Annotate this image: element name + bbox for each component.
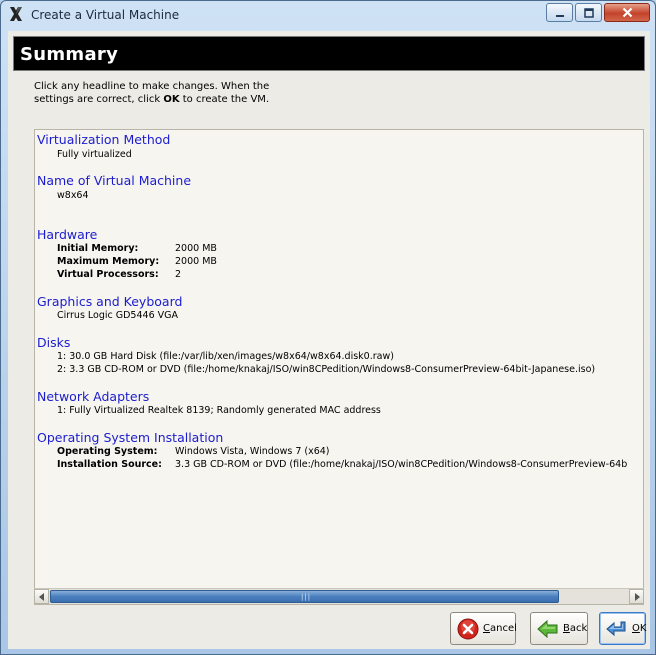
dialog-body: Summary Click any headline to make chang… <box>8 31 650 649</box>
install-source-value: 3.3 GB CD-ROM or DVD (file:/home/knakaj/… <box>175 459 628 470</box>
minimize-icon <box>555 14 564 17</box>
minimize-button[interactable] <box>546 3 573 22</box>
back-mnemonic: B <box>563 623 570 634</box>
ok-arrow-icon <box>606 621 626 636</box>
cancel-button[interactable]: Cancel <box>450 612 517 645</box>
scroll-grip-icon: ||| <box>301 593 312 601</box>
x-logo-icon <box>10 7 22 21</box>
back-arrow-icon <box>537 619 558 638</box>
headline-graphics-keyboard[interactable]: Graphics and Keyboard <box>37 294 182 309</box>
max-memory-value: 2000 MB <box>175 256 217 267</box>
summary-banner: Summary <box>13 36 645 71</box>
back-label: Back <box>563 623 587 634</box>
headline-virtualization-method[interactable]: Virtualization Method <box>37 132 170 147</box>
virtualization-method-value: Fully virtualized <box>57 149 132 160</box>
maximize-icon <box>583 7 594 18</box>
instructions-text: Click any headline to make changes. When… <box>34 80 274 106</box>
cancel-mnemonic: C <box>483 623 490 634</box>
initial-memory-value: 2000 MB <box>175 243 217 254</box>
maximize-button[interactable] <box>575 3 602 22</box>
headline-disks[interactable]: Disks <box>37 335 70 350</box>
disk-1: 1: 30.0 GB Hard Disk (file:/var/lib/xen/… <box>57 351 394 362</box>
cancel-label-rest: ancel <box>489 623 517 634</box>
initial-memory-row: Initial Memory: 2000 MB <box>57 243 217 254</box>
ok-label: OK <box>632 623 646 634</box>
instructions-ok: OK <box>163 94 180 105</box>
close-button[interactable] <box>604 3 650 22</box>
headline-vm-name[interactable]: Name of Virtual Machine <box>37 173 191 188</box>
page-title: Summary <box>20 44 119 65</box>
install-source-label: Installation Source: <box>57 459 162 470</box>
horizontal-scrollbar[interactable]: ||| <box>34 588 644 604</box>
scroll-thumb[interactable]: ||| <box>50 590 559 603</box>
ok-mnemonic: O <box>632 623 640 634</box>
summary-panel: Virtualization Method Fully virtualized … <box>34 129 644 605</box>
os-value: Windows Vista, Windows 7 (x64) <box>175 446 330 457</box>
window: Create a Virtual Machine Summary Click a… <box>0 0 656 655</box>
disk-2: 2: 3.3 GB CD-ROM or DVD (file:/home/knak… <box>57 364 596 375</box>
back-label-rest: ack <box>569 623 588 634</box>
os-label: Operating System: <box>57 446 158 457</box>
vm-name-value: w8x64 <box>57 190 89 201</box>
close-icon <box>622 7 632 18</box>
vcpu-label: Virtual Processors: <box>57 269 159 280</box>
scroll-left-icon <box>38 592 44 601</box>
headline-network-adapters[interactable]: Network Adapters <box>37 389 149 404</box>
os-row: Operating System: Windows Vista, Windows … <box>57 446 330 457</box>
vcpu-row: Virtual Processors: 2 <box>57 269 181 280</box>
instructions-post: to create the VM. <box>179 94 270 105</box>
install-source-row: Installation Source: 3.3 GB CD-ROM or DVD… <box>57 459 627 470</box>
scroll-right-icon <box>634 592 640 601</box>
window-title: Create a Virtual Machine <box>31 8 180 22</box>
max-memory-label: Maximum Memory: <box>57 256 160 267</box>
cancel-icon <box>457 618 479 639</box>
max-memory-row: Maximum Memory: 2000 MB <box>57 256 217 267</box>
initial-memory-label: Initial Memory: <box>57 243 139 254</box>
vcpu-value: 2 <box>175 269 182 280</box>
headline-os-installation[interactable]: Operating System Installation <box>37 430 223 445</box>
scroll-left-button[interactable] <box>34 589 49 604</box>
network-adapter-1: 1: Fully Virtualized Realtek 8139; Rando… <box>57 405 381 416</box>
scroll-right-button[interactable] <box>629 589 644 604</box>
cancel-label: Cancel <box>483 623 517 634</box>
ok-label-rest: K <box>639 623 647 634</box>
title-bar[interactable]: Create a Virtual Machine <box>1 1 655 29</box>
back-button[interactable]: Back <box>530 612 588 645</box>
graphics-value: Cirrus Logic GD5446 VGA <box>57 310 178 321</box>
headline-hardware[interactable]: Hardware <box>37 227 97 242</box>
ok-button[interactable]: OK <box>599 612 646 645</box>
